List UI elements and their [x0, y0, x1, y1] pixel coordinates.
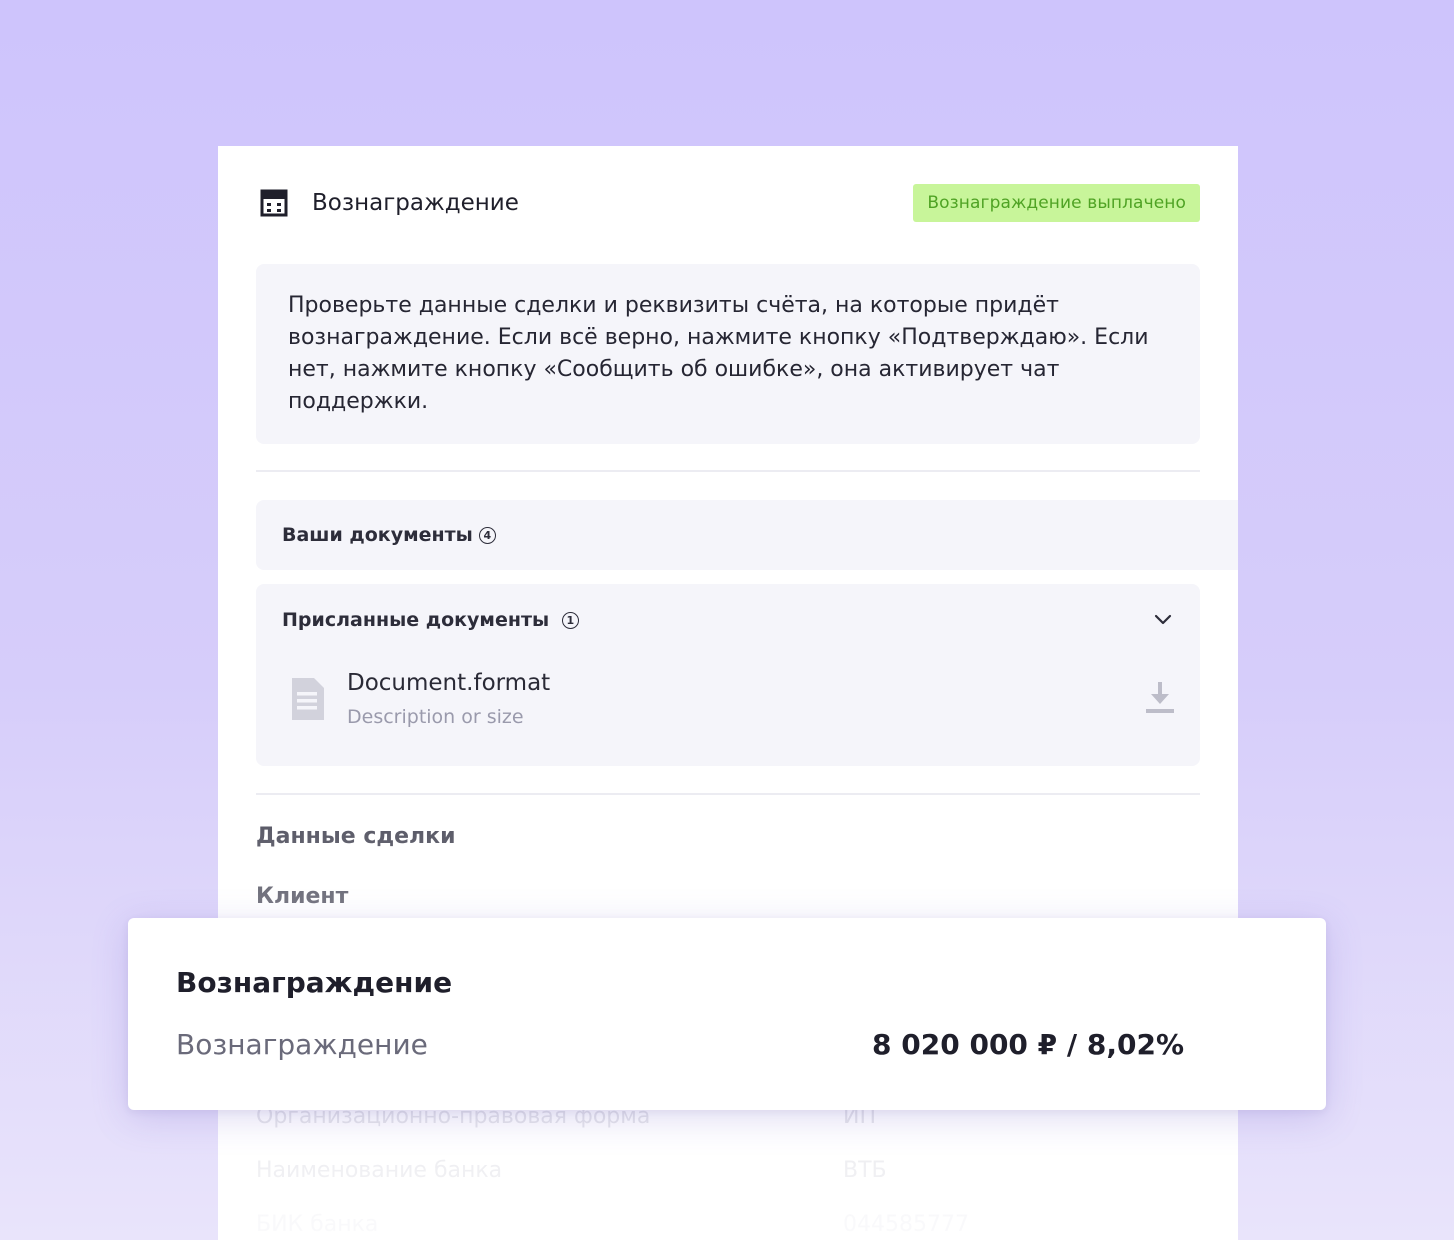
row-label: БИК банка [256, 1212, 379, 1237]
divider [256, 470, 1200, 472]
document-name: Document.format [347, 670, 551, 696]
reward-amount: 8 020 000 ₽ / 8,02% [872, 1028, 1184, 1061]
document-item[interactable]: Document.format Description or size [288, 670, 1176, 734]
received-documents-title: Присланные документы 1 [282, 609, 579, 631]
row-value: 044585777 [843, 1212, 969, 1237]
deal-section-title: Данные сделки [256, 824, 456, 849]
row-label: Наименование банка [256, 1158, 503, 1183]
documents-count-badge: 4 [478, 526, 496, 544]
card-header: Вознаграждение Вознаграждение выплачено [256, 182, 1200, 224]
received-documents-panel: Присланные документы 1 Document.format D… [256, 584, 1200, 766]
divider [256, 793, 1200, 795]
your-documents-header[interactable]: Ваши документы 4 [256, 500, 1238, 570]
chevron-down-icon[interactable] [1152, 609, 1174, 631]
document-description: Description or size [347, 706, 524, 728]
card-title: Вознаграждение [312, 190, 519, 216]
your-documents-label: Ваши документы [282, 524, 473, 546]
reward-label: Вознаграждение [176, 1028, 428, 1061]
received-documents-header[interactable]: Присланные документы 1 [282, 604, 1174, 636]
document-icon [292, 678, 324, 720]
received-documents-label: Присланные документы [282, 609, 550, 631]
row-value: ВТБ [843, 1158, 887, 1183]
received-count-badge: 1 [561, 612, 579, 629]
status-badge: Вознаграждение выплачено [913, 184, 1200, 222]
popup-title: Вознаграждение [176, 966, 453, 999]
client-subsection-title: Клиент [256, 884, 349, 909]
reward-summary-popup: Вознаграждение Вознаграждение 8 020 000 … [128, 918, 1326, 1110]
calculator-icon [260, 189, 288, 217]
instruction-notice: Проверьте данные сделки и реквизиты счёт… [256, 264, 1200, 444]
title-wrap: Вознаграждение [256, 189, 519, 217]
download-icon[interactable] [1144, 680, 1176, 714]
